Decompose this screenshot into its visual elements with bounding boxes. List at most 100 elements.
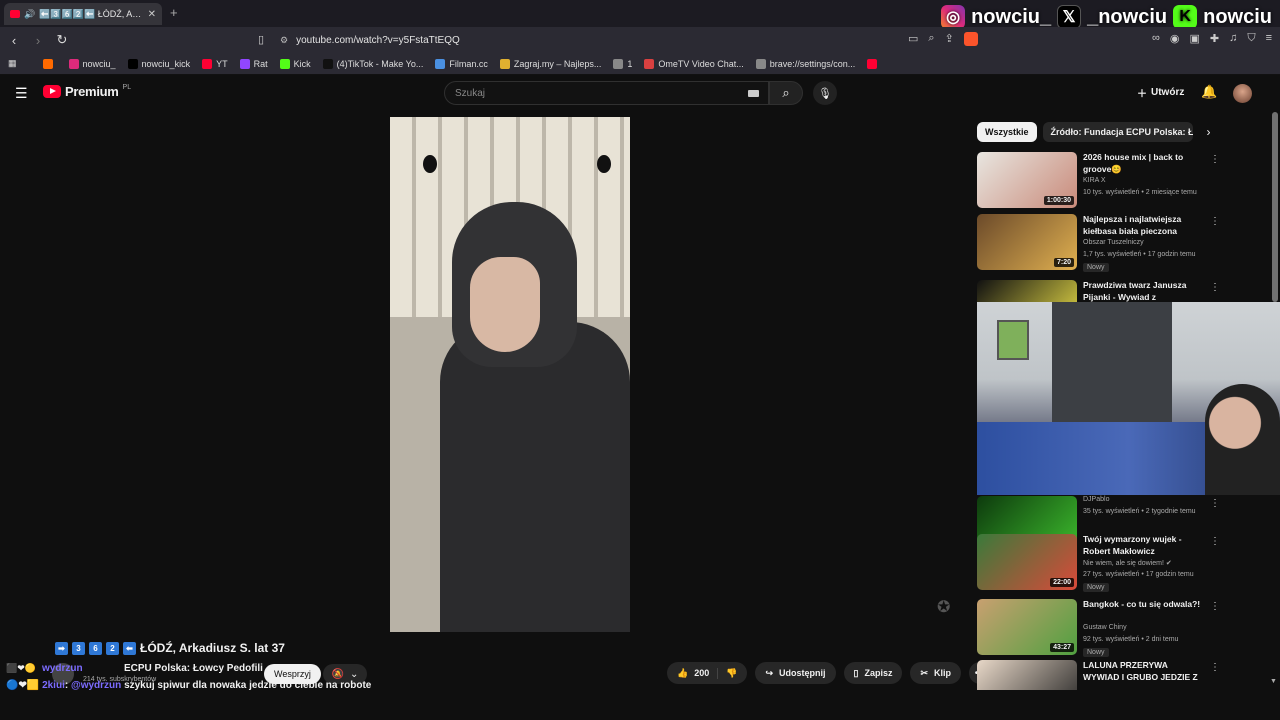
vpn-icon[interactable]: ∞: [1152, 32, 1160, 45]
menu-icon[interactable]: ≡: [1266, 32, 1272, 45]
video-thumbnail[interactable]: 22:00: [977, 534, 1077, 590]
bookmark-item[interactable]: [42, 58, 57, 69]
recommendation-item[interactable]: 22:00 Twój wymarzony wujek - Robert Makło…: [977, 534, 1220, 594]
bookmark-item[interactable]: Zagraj.my – Najleps...: [499, 58, 601, 69]
bookmark-item[interactable]: 1: [613, 58, 632, 69]
kebab-menu-icon[interactable]: ⋮: [1210, 498, 1220, 509]
kebab-menu-icon[interactable]: ⋮: [1210, 662, 1220, 673]
channel-name[interactable]: KIRA X: [1083, 177, 1106, 184]
reload-icon[interactable]: ↻: [52, 32, 72, 48]
kebab-menu-icon[interactable]: ⋮: [1210, 601, 1220, 612]
shield-icon[interactable]: ⛉: [1247, 32, 1255, 45]
create-button[interactable]: ＋ Utwórz: [1137, 85, 1184, 100]
recommendation-item[interactable]: 43:27 Bangkok - co tu się odwala?! Gustaw …: [977, 599, 1220, 659]
chip-source[interactable]: Źródło: Fundacja ECPU Polska: Łowcy: [1042, 122, 1193, 142]
share-button[interactable]: ↪ Udostępnij: [755, 662, 836, 684]
voice-search-button[interactable]: 🎙: [813, 81, 837, 105]
video-thumbnail[interactable]: 7:20: [977, 214, 1077, 270]
chip-all[interactable]: Wszystkie: [977, 122, 1037, 142]
kebab-menu-icon[interactable]: ⋮: [1210, 536, 1220, 547]
bookmark-item[interactable]: nowciu_kick: [127, 58, 190, 69]
recommendation-item[interactable]: LALUNA PRZERYWA WYWIAD I GRUBO JEDZIE Z …: [977, 660, 1220, 690]
bookmark-item[interactable]: brave://settings/con...: [755, 58, 856, 69]
zoom-icon[interactable]: ⌕: [928, 32, 934, 46]
clip-button[interactable]: ✂ Klip: [910, 662, 962, 684]
video-thumbnail[interactable]: 1:00:30: [977, 152, 1077, 208]
bookmark-item[interactable]: Rat: [239, 58, 268, 69]
scroll-down-icon[interactable]: ▼: [1270, 678, 1277, 685]
microphone-icon: 🎙: [818, 87, 832, 100]
bookmark-item[interactable]: nowciu_: [68, 58, 116, 69]
extensions-icon[interactable]: ✚: [1210, 32, 1219, 45]
brave-shields-icon[interactable]: [963, 32, 978, 46]
channel-name[interactable]: Nie wiem, ale się dowiem! ✔: [1083, 559, 1172, 567]
forward-icon[interactable]: ›: [28, 33, 48, 48]
share-label: Udostępnij: [779, 668, 826, 678]
notifications-bell-icon[interactable]: 🔔: [1201, 84, 1217, 100]
chat-mention: @wydrzun: [70, 680, 122, 691]
browser-tab-active[interactable]: 🔊 ⬅️3️⃣6️⃣2️⃣⬅️ ŁÓDŹ, Arkadius ✕: [4, 3, 162, 25]
account-avatar[interactable]: [1233, 84, 1252, 103]
video-title[interactable]: Bangkok - co tu się odwala?!: [1083, 599, 1205, 611]
kebab-menu-icon[interactable]: ⋮: [1210, 282, 1220, 293]
search-button[interactable]: ⌕: [769, 81, 803, 105]
keyboard-icon[interactable]: [748, 90, 759, 97]
media-icon[interactable]: ♫: [1229, 32, 1237, 45]
channel-name[interactable]: ECPU Polska: Łowcy Pedofili: [124, 663, 263, 674]
sidebar-icon[interactable]: ▣: [1189, 32, 1199, 45]
kebab-menu-icon[interactable]: ⋮: [1210, 154, 1220, 165]
video-frame-detail: [423, 155, 437, 173]
chevron-right-icon[interactable]: ›: [1207, 125, 1211, 139]
bookmark-icon[interactable]: ▯: [258, 33, 264, 46]
new-tab-icon[interactable]: +: [170, 5, 178, 20]
video-thumbnail[interactable]: [977, 660, 1077, 690]
bookmark-list: nowciu_ nowciu_kick YT Rat Kick (4)TikTok - M…: [42, 58, 894, 69]
bookmark-label: brave://settings/con...: [769, 58, 856, 69]
channel-name[interactable]: Obszar Tuszelniczy: [1083, 239, 1144, 246]
bookmark-item[interactable]: OmeTV Video Chat...: [644, 58, 744, 69]
filter-chips: Wszystkie Źródło: Fundacja ECPU Polska: …: [977, 122, 1211, 142]
bookmark-item[interactable]: [867, 58, 881, 69]
bookmark-favicon-icon: [68, 58, 79, 69]
dislike-button[interactable]: 👎: [718, 668, 747, 679]
channel-name[interactable]: DJPablo: [1083, 496, 1109, 503]
apps-icon[interactable]: ▦: [8, 58, 17, 69]
wallet-icon[interactable]: ◉: [1170, 32, 1180, 45]
video-title[interactable]: LALUNA PRZERYWA WYWIAD I GRUBO JEDZIE Z …: [1083, 660, 1205, 684]
bookmark-item[interactable]: Kick: [279, 58, 311, 69]
back-icon[interactable]: ‹: [4, 33, 24, 48]
video-title[interactable]: 2026 house mix | back to groove😊: [1083, 152, 1205, 175]
recommendation-item[interactable]: 7:20 Najlepsza i najlatwiejsza kiełbasa b…: [977, 214, 1220, 274]
video-thumbnail[interactable]: 43:27: [977, 599, 1077, 655]
bookmark-item[interactable]: YT: [202, 58, 228, 69]
bookmark-item[interactable]: Filman.cc: [435, 58, 488, 69]
video-meta: 27 tys. wyświetleń • 17 godzin temu: [1083, 571, 1194, 578]
channel-name[interactable]: Gustaw Chiny: [1083, 624, 1127, 631]
video-title[interactable]: Najlepsza i najlatwiejsza kiełbasa biała…: [1083, 214, 1205, 238]
sidebar-scrollbar[interactable]: [1272, 112, 1278, 302]
video-title[interactable]: Prawdziwa twarz Janusza Pijanki - Wywiad…: [1083, 280, 1205, 304]
bookmark-item[interactable]: (4)TikTok - Make Yo...: [322, 58, 423, 69]
close-icon[interactable]: ✕: [148, 9, 156, 20]
cast-icon[interactable]: ▭: [908, 32, 918, 46]
channel-watermark-icon[interactable]: ✪: [937, 597, 959, 617]
kebab-menu-icon[interactable]: ⋮: [1210, 216, 1220, 227]
hamburger-menu-icon[interactable]: ☰: [15, 85, 28, 102]
x-icon: 𝕏: [1057, 5, 1082, 29]
youtube-logo[interactable]: Premium PL: [43, 84, 131, 99]
site-info-icon[interactable]: ⚙: [280, 35, 288, 46]
video-frame-jacket: [440, 322, 630, 632]
video-frame-detail: [597, 155, 611, 173]
recommendation-item[interactable]: 1:00:30 2026 house mix | back to groove😊 K…: [977, 152, 1220, 212]
video-player[interactable]: [390, 117, 630, 632]
logo-text: Premium: [65, 84, 119, 99]
search-input[interactable]: Szukaj: [444, 81, 769, 105]
video-title[interactable]: Twój wymarzony wujek - Robert Makłowicz: [1083, 534, 1205, 557]
like-button[interactable]: 👍 200: [667, 667, 719, 679]
bookmark-label: Rat: [253, 58, 268, 69]
save-button[interactable]: ▯ Zapisz: [843, 662, 903, 684]
url-field[interactable]: ⚙ youtube.com/watch?v=y5FstaTtEQQ: [280, 31, 900, 49]
speaker-icon[interactable]: 🔊: [24, 9, 35, 20]
arrow-left-emoji-icon: ⬅: [123, 641, 136, 655]
share-icon[interactable]: ⇪: [945, 32, 954, 46]
